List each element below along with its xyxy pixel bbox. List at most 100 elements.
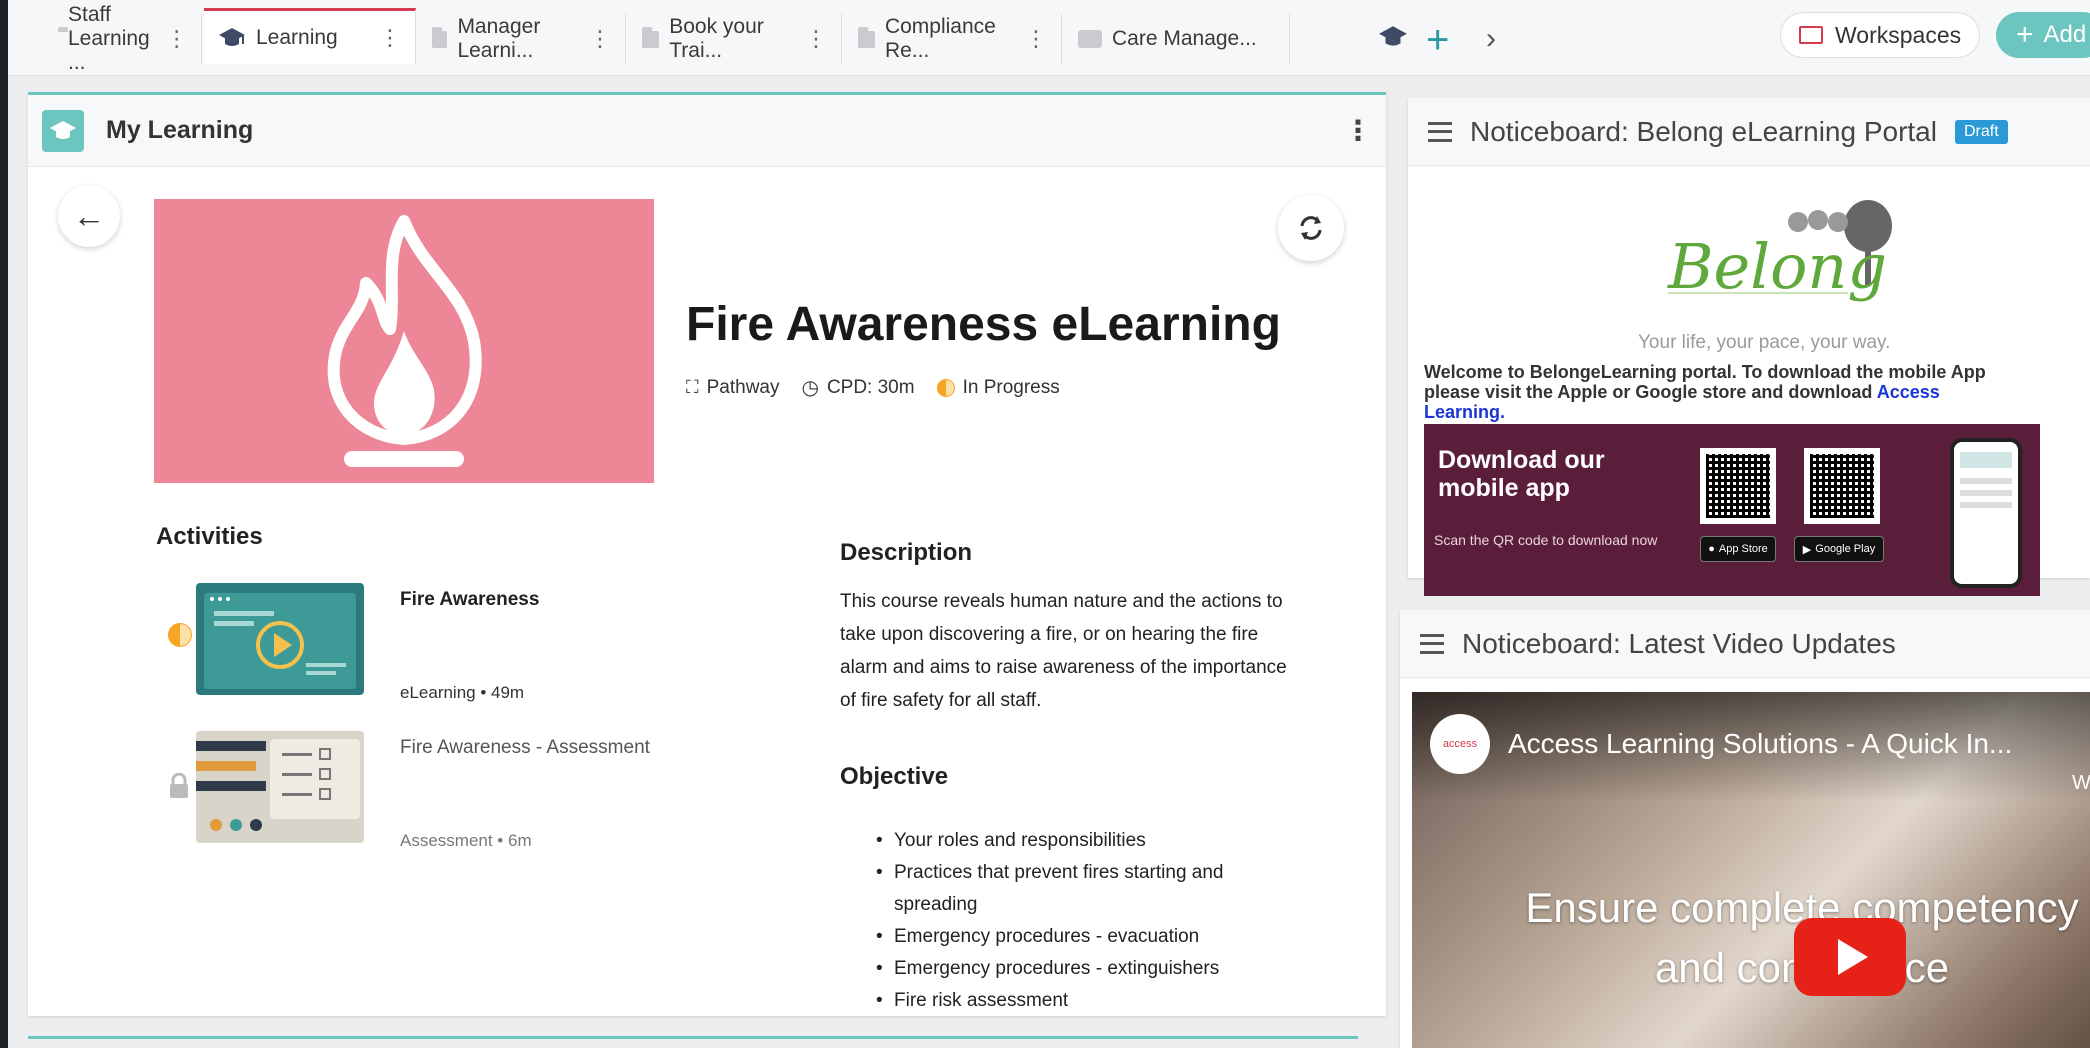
course-status: In Progress bbox=[936, 376, 1060, 399]
noticeboard-portal-panel: Noticeboard: Belong eLearning Portal Dra… bbox=[1408, 98, 2090, 596]
tab-label: Compliance Re... bbox=[884, 15, 996, 62]
tab-manager-learning[interactable]: Manager Learni... ⋮ bbox=[418, 14, 626, 64]
video-lesson-icon bbox=[204, 593, 356, 689]
banner-title: Download our mobile app bbox=[1438, 446, 1605, 502]
tab-care-management[interactable]: Care Manage... bbox=[1064, 14, 1290, 64]
qr-code-icon bbox=[1804, 448, 1880, 524]
scroll-tabs-right-button[interactable]: › bbox=[1486, 22, 1496, 56]
workspaces-label: Workspaces bbox=[1835, 21, 1962, 48]
qr-code-icon bbox=[1700, 448, 1776, 524]
graduation-cap-icon[interactable] bbox=[1378, 24, 1408, 50]
tab-menu-icon[interactable]: ⋮ bbox=[166, 28, 188, 50]
activity-title[interactable]: Fire Awareness - Assessment bbox=[400, 737, 650, 759]
back-button[interactable]: ← bbox=[58, 185, 120, 247]
share-icon bbox=[1078, 30, 1102, 48]
video-title[interactable]: Access Learning Solutions - A Quick In..… bbox=[1508, 728, 2012, 760]
course-type: ⛶ Pathway bbox=[686, 377, 779, 399]
noticeboard-title: Noticeboard: Latest Video Updates bbox=[1462, 627, 1896, 659]
panel-menu-icon[interactable]: ⋮ bbox=[1344, 114, 1372, 147]
assessment-icon bbox=[196, 731, 364, 843]
fire-icon bbox=[327, 215, 482, 467]
tab-learning[interactable]: Learning ⋮ bbox=[204, 8, 416, 64]
activity-item[interactable]: Fire Awareness - Assessment Assessment •… bbox=[168, 731, 668, 851]
my-learning-panel: My Learning ⋮ ← Fire Awareness eLearning… bbox=[28, 92, 1386, 1017]
phone-mockup-image bbox=[1950, 438, 2022, 588]
course-title: Fire Awareness eLearning bbox=[686, 298, 1281, 351]
google-play-label: Google Play bbox=[1815, 543, 1876, 555]
download-app-banner[interactable]: Download our mobile app Scan the QR code… bbox=[1424, 424, 2040, 596]
tab-label: Staff Learning ... bbox=[68, 3, 150, 74]
menu-icon[interactable] bbox=[1420, 633, 1444, 654]
graduation-cap-icon bbox=[219, 27, 245, 46]
activity-title[interactable]: Fire Awareness bbox=[400, 589, 539, 611]
objective-heading: Objective bbox=[840, 763, 949, 790]
tab-menu-icon[interactable]: ⋮ bbox=[805, 28, 827, 50]
play-store-icon: ▶ bbox=[1802, 543, 1812, 556]
lock-icon bbox=[168, 772, 190, 804]
activity-item[interactable]: Fire Awareness eLearning • 49m bbox=[168, 583, 668, 703]
workspaces-button[interactable]: Workspaces bbox=[1780, 12, 1981, 58]
tab-book-training[interactable]: Book your Trai... ⋮ bbox=[628, 14, 842, 64]
video-player[interactable]: access Access Learning Solutions - A Qui… bbox=[1412, 692, 2090, 1048]
channel-avatar[interactable]: access bbox=[1430, 714, 1490, 774]
tab-staff-learning[interactable]: Staff Learning ... ⋮ bbox=[44, 3, 202, 74]
app-store-label: App Store bbox=[1718, 543, 1768, 555]
panel-header: Noticeboard: Latest Video Updates bbox=[1400, 610, 2090, 678]
add-label: Add bbox=[2043, 21, 2087, 48]
panel-header: My Learning ⋮ bbox=[28, 95, 1386, 167]
course-cpd: ◷ CPD: 30m bbox=[801, 375, 914, 400]
welcome-text: Welcome to BelongeLearning portal. To do… bbox=[1424, 362, 2024, 422]
tab-label: Book your Trai... bbox=[669, 15, 764, 62]
course-type-label: Pathway bbox=[706, 376, 780, 398]
course-cpd-label: CPD: 30m bbox=[826, 376, 915, 398]
activity-meta: eLearning • 49m bbox=[400, 683, 525, 702]
clock-icon: ◷ bbox=[801, 377, 819, 399]
pathway-icon: ⛶ bbox=[686, 377, 699, 397]
tab-bar: Staff Learning ... ⋮ Learning ⋮ Manager … bbox=[8, 0, 2090, 76]
menu-icon[interactable] bbox=[1428, 121, 1452, 142]
folder-icon bbox=[1799, 26, 1823, 44]
refresh-button[interactable] bbox=[1278, 195, 1344, 261]
objective-item: Practices that prevent fires starting an… bbox=[876, 857, 1276, 921]
add-tab-button[interactable]: + bbox=[1426, 20, 1449, 60]
folder-icon bbox=[432, 26, 448, 48]
watch-later-label[interactable]: Watc bbox=[2072, 772, 2090, 795]
tab-label: Learning bbox=[256, 25, 338, 49]
noticeboard-title: Noticeboard: Belong eLearning Portal bbox=[1470, 115, 1937, 147]
activity-thumbnail[interactable] bbox=[196, 731, 364, 843]
description-text: This course reveals human nature and the… bbox=[840, 591, 1287, 711]
window-edge bbox=[0, 0, 8, 1048]
panel-divider bbox=[28, 1036, 1358, 1039]
google-play-badge[interactable]: ▶ Google Play bbox=[1794, 536, 1884, 562]
course-status-label: In Progress bbox=[962, 376, 1060, 398]
in-progress-icon bbox=[168, 623, 192, 647]
objective-item: Your roles and responsibilities bbox=[876, 825, 1276, 857]
belong-logo-text: Belong bbox=[1668, 230, 1888, 303]
apple-icon: ● bbox=[1708, 543, 1715, 555]
plus-icon: + bbox=[2016, 18, 2034, 51]
belong-logo: Belong bbox=[1668, 196, 1928, 316]
tab-menu-icon[interactable]: ⋮ bbox=[1025, 28, 1047, 50]
belong-tagline: Your life, your pace, your way. bbox=[1638, 332, 1891, 353]
description-heading: Description bbox=[840, 539, 973, 566]
folder-icon bbox=[858, 26, 875, 48]
course-hero-image bbox=[154, 199, 654, 483]
tab-menu-icon[interactable]: ⋮ bbox=[379, 26, 401, 49]
panel-header: Noticeboard: Belong eLearning Portal Dra… bbox=[1408, 98, 2090, 166]
objective-list: Your roles and responsibilities Practice… bbox=[876, 825, 1276, 1017]
tab-label: Care Manage... bbox=[1112, 27, 1257, 50]
objective-item: Fire risk assessment bbox=[876, 985, 1276, 1017]
banner-subtitle: Scan the QR code to download now bbox=[1434, 532, 1658, 548]
panel-title: My Learning bbox=[106, 116, 254, 144]
activities-heading: Activities bbox=[156, 523, 263, 550]
folder-icon bbox=[642, 26, 660, 48]
refresh-icon bbox=[1300, 216, 1322, 240]
activity-thumbnail[interactable] bbox=[196, 583, 364, 695]
tab-menu-icon[interactable]: ⋮ bbox=[589, 28, 611, 50]
tab-compliance[interactable]: Compliance Re... ⋮ bbox=[844, 14, 1062, 64]
add-button[interactable]: + Add bbox=[1996, 12, 2090, 58]
activity-meta: Assessment • 6m bbox=[400, 831, 532, 850]
app-store-badge[interactable]: ● App Store bbox=[1700, 536, 1776, 562]
play-button[interactable] bbox=[1794, 918, 1906, 996]
objective-item: Emergency procedures - evacuation bbox=[876, 921, 1276, 953]
